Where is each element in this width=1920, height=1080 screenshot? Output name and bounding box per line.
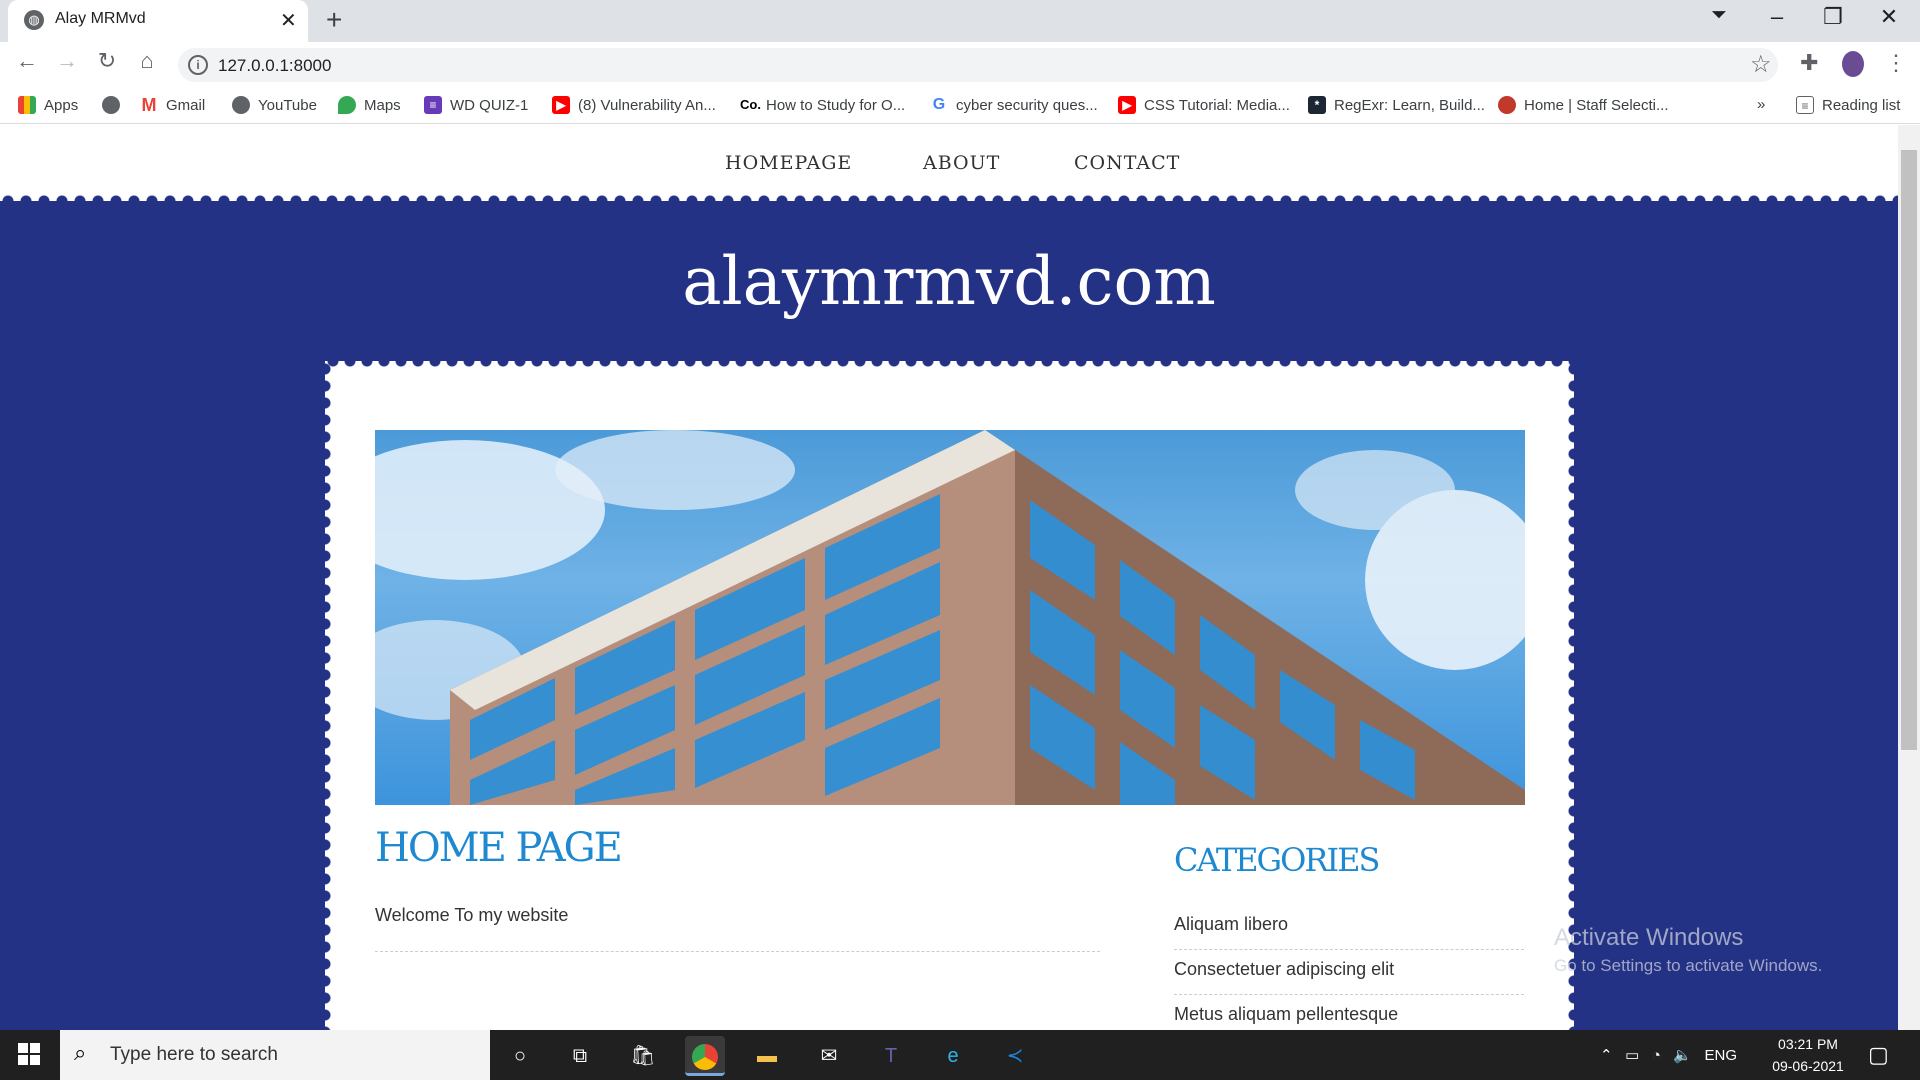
address-bar[interactable] <box>178 48 1778 82</box>
category-link[interactable]: Consectetuer adipiscing elit <box>1174 959 1524 995</box>
bookmark-star-icon[interactable]: ☆ <box>1750 50 1772 79</box>
co-icon: Co. <box>740 97 761 112</box>
cortana-icon[interactable]: ○ <box>500 1036 540 1076</box>
minimize-button[interactable]: – <box>1752 4 1802 30</box>
scallop-border <box>0 193 1898 209</box>
forms-icon: ≡ <box>424 96 442 114</box>
site-title: alaymrmvd.com <box>682 243 1216 320</box>
new-tab-button[interactable]: + <box>326 4 342 36</box>
divider <box>375 951 1100 952</box>
category-link[interactable]: Metus aliquam pellentesque <box>1174 1004 1524 1030</box>
bookmark-apps[interactable]: Apps <box>18 96 78 114</box>
close-window-button[interactable]: ✕ <box>1864 4 1914 30</box>
bookmark-youtube[interactable]: YouTube <box>232 96 317 114</box>
scrollbar-thumb[interactable] <box>1901 150 1917 750</box>
bookmark-wd-quiz[interactable]: ≡ WD QUIZ-1 <box>424 96 528 114</box>
nav-homepage[interactable]: HOMEPAGE <box>725 152 852 174</box>
globe-icon <box>102 96 120 114</box>
globe-icon: ◍ <box>24 10 44 30</box>
bookmark-study[interactable]: Co. How to Study for O... <box>740 96 905 114</box>
watermark-subtitle: Go to Settings to activate Windows. <box>1554 956 1823 975</box>
emblem-icon <box>1498 96 1516 114</box>
vscode-icon[interactable]: ≺ <box>995 1036 1035 1076</box>
reading-list[interactable]: ≡ Reading list <box>1796 96 1900 114</box>
file-explorer-icon[interactable]: ▬ <box>747 1036 787 1076</box>
bookmark-cyber[interactable]: Gcyber security ques... <box>930 96 1098 114</box>
bookmarks-more[interactable]: » <box>1757 96 1765 113</box>
gmail-icon: M <box>141 95 157 115</box>
store-icon[interactable]: 🛍 <box>623 1036 663 1076</box>
edge-icon[interactable]: e <box>933 1036 973 1076</box>
youtube-icon: ▶ <box>552 96 570 114</box>
bookmark-css[interactable]: ▶ CSS Tutorial: Media... <box>1118 96 1290 114</box>
web-page: HOMEPAGE ABOUT CONTACT alaymrmvd.com HOM… <box>0 125 1898 1030</box>
card-scallop-left <box>318 361 332 1030</box>
tab-title: Alay MRMvd <box>55 10 146 27</box>
teams-icon[interactable]: T <box>871 1036 911 1076</box>
tab-search-icon[interactable]: ⏷ <box>1694 4 1744 27</box>
search-icon: ⌕ <box>74 1040 87 1065</box>
nav-contact[interactable]: CONTACT <box>1074 152 1180 174</box>
card-scallop-top <box>325 354 1574 368</box>
system-tray[interactable]: ⌃ ▭ ◔ 🔈 ENG <box>1600 1046 1737 1064</box>
bookmark-regexr[interactable]: * RegExr: Learn, Build... <box>1308 96 1485 114</box>
chrome-icon[interactable] <box>685 1036 725 1076</box>
info-icon[interactable]: i <box>188 55 208 75</box>
profile-avatar[interactable] <box>1842 51 1864 77</box>
menu-icon[interactable]: ⋮ <box>1885 50 1907 76</box>
activate-windows-watermark: Activate Windows Go to Settings to activ… <box>1554 924 1822 976</box>
watermark-title: Activate Windows <box>1554 924 1744 951</box>
regexr-icon: * <box>1308 96 1326 114</box>
hero-building-image <box>375 430 1525 805</box>
bookmark-staff[interactable]: Home | Staff Selecti... <box>1498 96 1669 114</box>
bookmark-gmail[interactable]: M Gmail <box>140 95 206 115</box>
windows-start-icon[interactable] <box>18 1043 40 1065</box>
close-tab-icon[interactable]: ✕ <box>280 8 297 33</box>
notification-icon[interactable]: ▢ <box>1868 1042 1889 1068</box>
clock-date[interactable]: 09-06-2021 <box>1768 1058 1848 1074</box>
clock-time[interactable]: 03:21 PM <box>1768 1036 1848 1052</box>
search-placeholder[interactable]: Type here to search <box>110 1044 278 1066</box>
language-indicator[interactable]: ENG <box>1705 1047 1738 1064</box>
forward-button[interactable]: → <box>52 48 82 74</box>
reading-list-icon: ≡ <box>1796 96 1814 114</box>
categories-heading: CATEGORIES <box>1174 841 1380 879</box>
globe-icon <box>232 96 250 114</box>
extensions-icon[interactable]: ✚ <box>1800 50 1818 76</box>
welcome-text: Welcome To my website <box>375 905 569 925</box>
task-view-icon[interactable]: ⧉ <box>560 1036 600 1076</box>
apps-grid-icon <box>18 96 36 114</box>
restore-button[interactable]: ❐ <box>1808 4 1858 30</box>
youtube-icon: ▶ <box>1118 96 1136 114</box>
reload-button[interactable]: ↻ <box>92 48 122 74</box>
google-icon: G <box>932 96 946 113</box>
bookmark-globe[interactable] <box>102 96 120 114</box>
mail-icon[interactable]: ✉ <box>809 1036 849 1076</box>
maps-pin-icon <box>338 96 356 114</box>
bookmark-vulnerability[interactable]: ▶ (8) Vulnerability An... <box>552 96 716 114</box>
browser-tab[interactable] <box>8 0 308 42</box>
back-button[interactable]: ← <box>12 48 42 74</box>
bookmark-maps[interactable]: Maps <box>338 96 401 114</box>
nav-about[interactable]: ABOUT <box>923 152 1000 174</box>
home-button[interactable]: ⌂ <box>132 48 162 74</box>
category-link[interactable]: Aliquam libero <box>1174 914 1524 950</box>
page-heading: HOME PAGE <box>375 825 623 871</box>
url-text[interactable]: 127.0.0.1:8000 <box>218 56 331 76</box>
